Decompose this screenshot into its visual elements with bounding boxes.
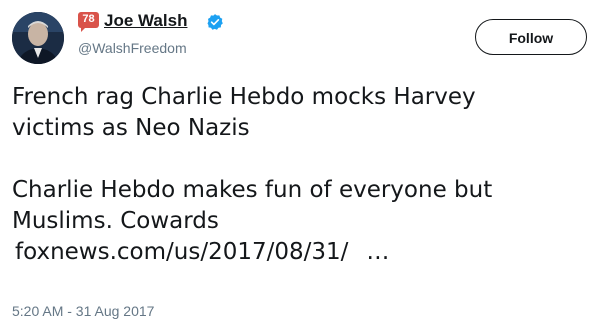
author-name[interactable]: Joe Walsh: [104, 11, 187, 31]
tweet-line: Muslims. Cowards: [12, 208, 219, 234]
verified-badge-icon: [207, 14, 223, 30]
author-handle[interactable]: @WalshFreedom: [78, 39, 187, 57]
avatar-photo: [12, 12, 64, 64]
user-score-badge: 78: [78, 12, 99, 32]
tweet-link[interactable]: foxnews.com/us/2017/08/31/: [12, 239, 348, 265]
tweet-timestamp[interactable]: 5:20 AM - 31 Aug 2017: [12, 302, 154, 320]
tweet-text: French rag Charlie Hebdo mocks Harvey vi…: [12, 82, 597, 268]
tweet-line: victims as Neo Nazis: [12, 115, 250, 141]
tweet-line: Charlie Hebdo makes fun of everyone but: [12, 177, 493, 203]
follow-button[interactable]: Follow: [475, 19, 587, 55]
tweet-line: French rag Charlie Hebdo mocks Harvey: [12, 84, 476, 110]
avatar[interactable]: [12, 12, 64, 64]
link-ellipsis: …: [366, 239, 390, 265]
tweet-link-line: foxnews.com/us/2017/08/31/ …: [12, 237, 597, 268]
